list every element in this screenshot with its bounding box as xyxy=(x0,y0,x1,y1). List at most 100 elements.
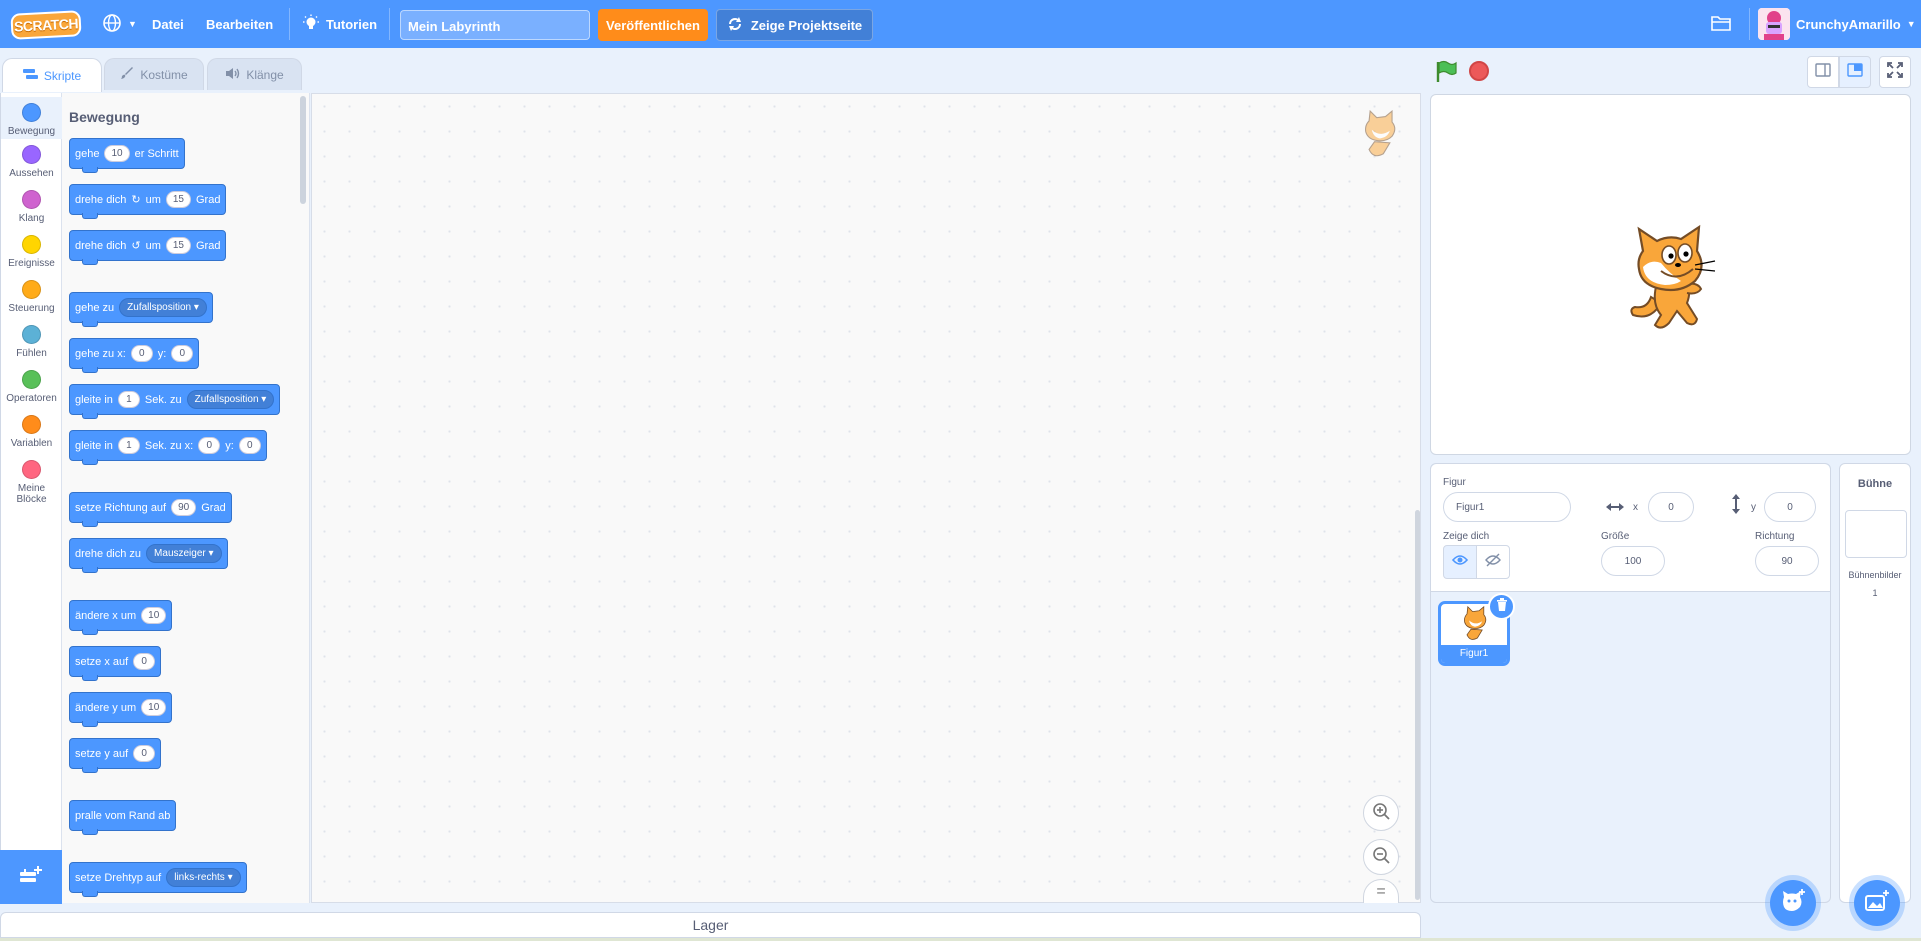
direction-input[interactable]: 90 xyxy=(1755,546,1819,576)
backpack-bar[interactable]: Lager xyxy=(0,912,1421,938)
sprite-tile-name: Figur1 xyxy=(1441,645,1507,663)
size-input[interactable]: 100 xyxy=(1601,546,1665,576)
palette-scrollbar[interactable] xyxy=(300,96,306,204)
category-dot xyxy=(22,370,41,389)
category-events[interactable]: Ereignisse xyxy=(1,235,62,269)
y-label: y xyxy=(1751,502,1756,513)
file-menu[interactable]: Datei xyxy=(152,0,184,48)
block-text: y: xyxy=(157,347,167,360)
block-input[interactable]: 10 xyxy=(141,699,167,716)
block-input[interactable]: 0 xyxy=(133,653,156,670)
block-dropdown[interactable]: Zufallsposition xyxy=(119,298,207,317)
eye-icon xyxy=(1451,553,1469,571)
category-operators[interactable]: Operatoren xyxy=(1,370,62,404)
category-label: Aussehen xyxy=(9,168,54,179)
project-title-input[interactable]: Mein Labyrinth xyxy=(400,10,590,40)
block-dropdown[interactable]: links-rechts xyxy=(166,868,241,887)
block-input[interactable]: 0 xyxy=(130,345,153,362)
block-input[interactable]: 90 xyxy=(171,499,197,516)
zoom-out-button[interactable] xyxy=(1363,839,1399,875)
block-dropdown[interactable]: Mauszeiger xyxy=(146,544,222,563)
palette-section-title: Bewegung xyxy=(69,109,140,125)
tab-label: Skripte xyxy=(43,68,82,83)
zoom-reset-button[interactable]: = xyxy=(1363,879,1399,903)
stage-selector[interactable]: Bühne Bühnenbilder 1 xyxy=(1839,463,1911,903)
block-input[interactable]: 0 xyxy=(133,745,156,762)
block-rotation-style[interactable]: setze Drehtyp auf links-rechts xyxy=(69,862,247,897)
category-motion[interactable]: Bewegung xyxy=(1,97,62,139)
block-input[interactable]: 15 xyxy=(165,237,191,254)
sprite-watermark xyxy=(1358,109,1402,167)
block-point-direction[interactable]: setze Richtung auf 90 Grad xyxy=(69,492,232,527)
x-input[interactable]: 0 xyxy=(1648,492,1694,522)
block-text: gehe xyxy=(75,147,100,160)
tab-sounds[interactable]: Klänge xyxy=(207,58,302,90)
category-variables[interactable]: Variablen xyxy=(1,415,62,449)
account-menu[interactable]: CrunchyAmarillo ▼ xyxy=(1758,0,1916,48)
tab-scripts[interactable]: Skripte xyxy=(2,58,102,92)
block-turn-right[interactable]: drehe dich ↻ um 15 Grad xyxy=(69,184,227,219)
add-extension-button[interactable] xyxy=(0,850,62,904)
language-menu[interactable]: ▼ xyxy=(102,0,137,48)
block-dropdown[interactable]: Zufallsposition xyxy=(186,390,275,409)
stop-button[interactable] xyxy=(1469,61,1489,81)
my-stuff-button[interactable] xyxy=(1710,0,1732,48)
block-input[interactable]: 0 xyxy=(198,437,221,454)
tab-costumes[interactable]: Kostüme xyxy=(104,58,204,90)
fullscreen-button[interactable] xyxy=(1879,56,1911,88)
project-page-button[interactable]: Zeige Projektseite xyxy=(716,9,873,41)
delete-sprite-button[interactable] xyxy=(1488,593,1515,620)
category-label: Meine Blöcke xyxy=(16,483,47,505)
sprite-name-input[interactable]: Figur1 xyxy=(1443,492,1571,522)
equals-icon: = xyxy=(1376,882,1386,900)
backdrop-thumbnail[interactable] xyxy=(1845,510,1907,558)
chevron-down-icon: ▼ xyxy=(1906,19,1916,29)
block-goto-xy[interactable]: gehe zu x: 0 y: 0 xyxy=(69,338,200,373)
stage-canvas[interactable] xyxy=(1430,94,1911,455)
hide-button[interactable] xyxy=(1476,545,1510,579)
block-input[interactable]: 10 xyxy=(104,145,130,162)
block-change-x[interactable]: ändere x um 10 xyxy=(69,600,173,635)
script-area-scrollbar[interactable] xyxy=(1415,510,1420,900)
category-my-blocks[interactable]: Meine Blöcke xyxy=(1,460,62,505)
block-point-towards[interactable]: drehe dich zu Mauszeiger xyxy=(69,538,228,573)
backdrops-count: 1 xyxy=(1872,588,1878,598)
brush-icon xyxy=(120,66,134,83)
add-backdrop-button[interactable] xyxy=(1854,880,1900,926)
block-bounce[interactable]: pralle vom Rand ab xyxy=(69,800,177,835)
green-flag-button[interactable] xyxy=(1434,60,1458,89)
block-glide-to[interactable]: gleite in 1 Sek. zu Zufallsposition xyxy=(69,384,281,419)
edit-menu[interactable]: Bearbeiten xyxy=(206,0,273,48)
block-turn-left[interactable]: drehe dich ↺ um 15 Grad xyxy=(69,230,227,265)
category-dot xyxy=(22,145,41,164)
block-input[interactable]: 0 xyxy=(171,345,194,362)
category-looks[interactable]: Aussehen xyxy=(1,145,62,179)
category-sensing[interactable]: Fühlen xyxy=(1,325,62,359)
block-input[interactable]: 1 xyxy=(117,391,140,408)
add-sprite-button[interactable] xyxy=(1770,880,1816,926)
zoom-in-button[interactable] xyxy=(1363,795,1399,831)
block-text: gehe zu x: xyxy=(75,347,126,360)
block-set-x[interactable]: setze x auf 0 xyxy=(69,646,162,681)
block-input[interactable]: 15 xyxy=(165,191,191,208)
tutorials-menu[interactable]: Tutorien xyxy=(302,0,377,48)
block-move-steps[interactable]: gehe 10 er Schritt xyxy=(69,138,185,173)
large-stage-button[interactable] xyxy=(1839,56,1871,88)
code-icon xyxy=(22,68,38,83)
y-input[interactable]: 0 xyxy=(1764,492,1816,522)
block-input[interactable]: 1 xyxy=(117,437,140,454)
block-goto[interactable]: gehe zu Zufallsposition xyxy=(69,292,213,327)
block-glide-xy[interactable]: gleite in 1 Sek. zu x: 0 y: 0 xyxy=(69,430,267,465)
publish-button[interactable]: Veröffentlichen xyxy=(598,9,708,41)
block-set-y[interactable]: setze y auf 0 xyxy=(69,738,162,773)
category-control[interactable]: Steuerung xyxy=(1,280,62,314)
small-stage-button[interactable] xyxy=(1807,56,1839,88)
sprite-cat[interactable] xyxy=(1621,223,1721,338)
block-input[interactable]: 10 xyxy=(141,607,167,624)
script-area[interactable]: = xyxy=(311,93,1421,903)
show-button[interactable] xyxy=(1443,545,1477,579)
category-sound[interactable]: Klang xyxy=(1,190,62,224)
block-change-y[interactable]: ändere y um 10 xyxy=(69,692,173,727)
block-input[interactable]: 0 xyxy=(238,437,261,454)
scratch-logo[interactable]: SCRATCH xyxy=(10,10,82,40)
